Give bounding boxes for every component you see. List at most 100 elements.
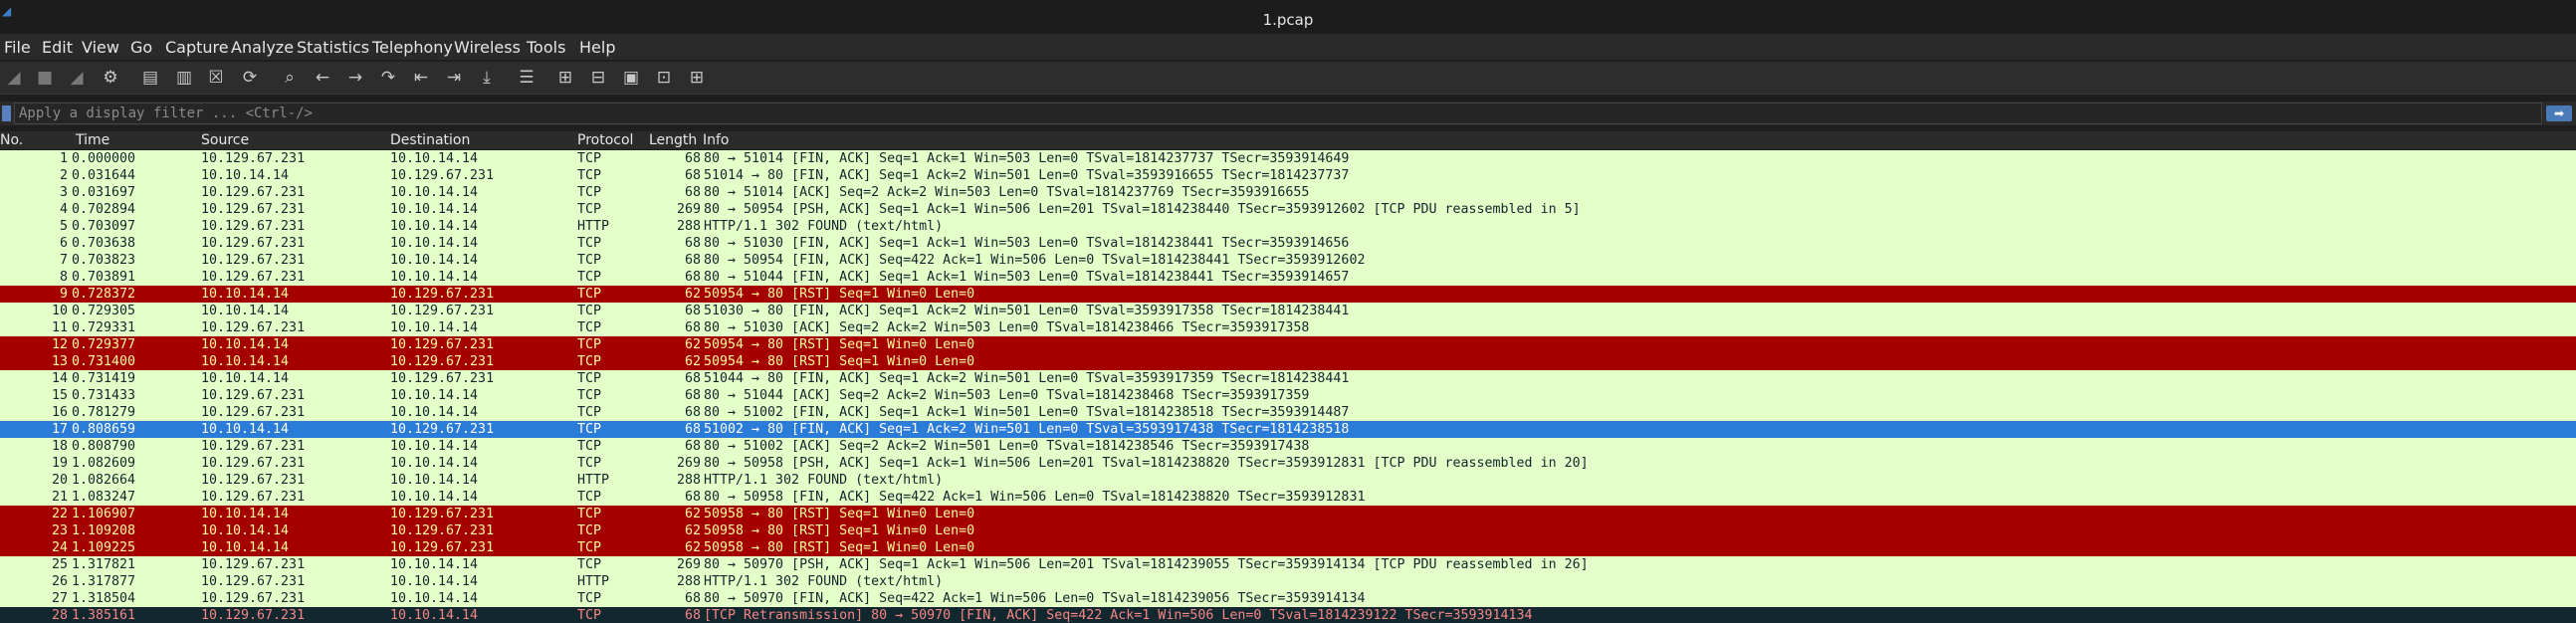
zoom-in-icon[interactable]: ⊞: [554, 67, 576, 89]
packet-row[interactable]: 11 0.729331 10.129.67.231 10.10.14.14 TCP 68 8…: [0, 319, 2576, 336]
menu-tools[interactable]: Tools: [527, 38, 565, 57]
packet-row[interactable]: 28 1.385161 10.129.67.231 10.10.14.14 TCP 68[…: [0, 607, 2576, 623]
column-header-time[interactable]: Time: [76, 132, 109, 148]
packet-destination: 10.10.14.14: [390, 253, 479, 268]
menu-help[interactable]: Help: [579, 38, 615, 57]
column-header-destination[interactable]: Destination: [390, 132, 470, 148]
close-file-icon[interactable]: ☒: [205, 67, 227, 89]
packet-info: 50954 → 80 [RST] Seq=1 Win=0 Len=0: [704, 337, 975, 352]
packet-row[interactable]: 26 1.317877 10.129.67.231 10.10.14.14 HTTP 28…: [0, 573, 2576, 590]
capture-options-icon[interactable]: ⚙: [100, 67, 121, 89]
menu-wireless[interactable]: Wireless: [454, 38, 521, 57]
packet-source: 10.129.67.231: [201, 439, 306, 454]
apply-filter-button[interactable]: ➡: [2546, 105, 2572, 121]
reload-file-icon[interactable]: ⟳: [239, 67, 261, 89]
last-packet-icon[interactable]: ⇥: [443, 67, 465, 89]
menu-file[interactable]: File: [4, 38, 31, 57]
column-header-protocol[interactable]: Protocol: [577, 132, 633, 148]
packet-no: 13: [51, 354, 68, 369]
packet-info: 50954 → 80 [RST] Seq=1 Win=0 Len=0: [704, 354, 975, 369]
zoom-out-icon[interactable]: ⊟: [587, 67, 609, 89]
packet-row[interactable]: 16 0.781279 10.129.67.231 10.10.14.14 TCP 68 8…: [0, 404, 2576, 421]
menu-view[interactable]: View: [82, 38, 119, 57]
packet-row[interactable]: 13 0.731400 10.10.14.14 10.129.67.231 TCP 62 5…: [0, 353, 2576, 370]
packet-destination: 10.10.14.14: [390, 219, 479, 234]
go-to-packet-icon[interactable]: ↷: [377, 67, 399, 89]
normal-size-icon[interactable]: ▣: [620, 67, 642, 89]
layout-icon[interactable]: ⊞: [686, 67, 708, 89]
menu-edit[interactable]: Edit: [42, 38, 73, 57]
packet-no: 20: [51, 473, 68, 488]
packet-source: 10.129.67.231: [201, 456, 306, 471]
resize-columns-icon[interactable]: ⊡: [653, 67, 675, 89]
packet-length: 269: [676, 557, 701, 572]
open-file-icon[interactable]: ▤: [139, 67, 161, 89]
packet-row[interactable]: 18 0.808790 10.129.67.231 10.10.14.14 TCP 68 8…: [0, 438, 2576, 455]
start-capture-icon[interactable]: ◢: [3, 67, 25, 89]
main-toolbar: ◢ ■ ◢ ⚙ ▤ ▥ ☒ ⟳ ⌕ ← → ↷ ⇤ ⇥ ⤓ ☰ ⊞ ⊟ ▣ ⊡ …: [0, 62, 2576, 95]
menu-analyze[interactable]: Analyze: [231, 38, 294, 57]
menu-go[interactable]: Go: [130, 38, 152, 57]
packet-row[interactable]: 17 0.808659 10.10.14.14 10.129.67.231 TCP 68 5…: [0, 421, 2576, 438]
column-header-length[interactable]: Length: [649, 132, 697, 148]
column-header-source[interactable]: Source: [201, 132, 249, 148]
packet-length: 68: [684, 168, 701, 183]
menu-statistics[interactable]: Statistics: [297, 38, 369, 57]
packet-row[interactable]: 15 0.731433 10.129.67.231 10.10.14.14 TCP 68 8…: [0, 387, 2576, 404]
bookmark-icon[interactable]: [2, 105, 11, 121]
packet-source: 10.10.14.14: [201, 168, 290, 183]
packet-destination: 10.10.14.14: [390, 151, 479, 166]
packet-source: 10.129.67.231: [201, 388, 306, 403]
packet-row[interactable]: 5 0.703097 10.129.67.231 10.10.14.14 HTTP 288…: [0, 218, 2576, 235]
packet-row[interactable]: 2 0.031644 10.10.14.14 10.129.67.231 TCP 68 51…: [0, 167, 2576, 184]
menu-capture[interactable]: Capture: [165, 38, 229, 57]
packet-source: 10.129.67.231: [201, 574, 306, 589]
column-header-no[interactable]: No.: [0, 132, 23, 148]
packet-row[interactable]: 3 0.031697 10.129.67.231 10.10.14.14 TCP 68 80…: [0, 184, 2576, 201]
packet-no: 19: [51, 456, 68, 471]
first-packet-icon[interactable]: ⇤: [410, 67, 432, 89]
packet-row[interactable]: 12 0.729377 10.10.14.14 10.129.67.231 TCP 62 5…: [0, 336, 2576, 353]
packet-no: 9: [59, 287, 68, 302]
find-packet-icon[interactable]: ⌕: [279, 67, 301, 89]
packet-row[interactable]: 1 0.000000 10.129.67.231 10.10.14.14 TCP 68 80…: [0, 150, 2576, 167]
packet-info: 80 → 50954 [PSH, ACK] Seq=1 Ack=1 Win=50…: [704, 202, 1581, 217]
packet-info: 50958 → 80 [RST] Seq=1 Win=0 Len=0: [704, 540, 975, 555]
packet-destination: 10.10.14.14: [390, 202, 479, 217]
packet-length: 288: [676, 574, 701, 589]
menu-telephony[interactable]: Telephony: [372, 38, 453, 57]
packet-row[interactable]: 24 1.109225 10.10.14.14 10.129.67.231 TCP 62 5…: [0, 539, 2576, 556]
packet-protocol: TCP: [577, 151, 602, 166]
packet-row[interactable]: 19 1.082609 10.129.67.231 10.10.14.14 TCP 269…: [0, 455, 2576, 472]
packet-destination: 10.129.67.231: [390, 540, 495, 555]
packet-row[interactable]: 6 0.703638 10.129.67.231 10.10.14.14 TCP 68 80…: [0, 235, 2576, 252]
stop-capture-icon[interactable]: ■: [34, 67, 56, 89]
packet-destination: 10.129.67.231: [390, 304, 495, 318]
packet-info: HTTP/1.1 302 FOUND (text/html): [704, 219, 944, 234]
save-file-icon[interactable]: ▥: [173, 67, 195, 89]
packet-row[interactable]: 27 1.318504 10.129.67.231 10.10.14.14 TCP 68 8…: [0, 590, 2576, 607]
go-back-icon[interactable]: ←: [312, 67, 333, 89]
autoscroll-icon[interactable]: ⤓: [476, 67, 498, 89]
go-forward-icon[interactable]: →: [344, 67, 366, 89]
colorize-icon[interactable]: ☰: [516, 67, 537, 89]
packet-row[interactable]: 8 0.703891 10.129.67.231 10.10.14.14 TCP 68 80…: [0, 269, 2576, 286]
column-header-info[interactable]: Info: [703, 132, 730, 148]
packet-row[interactable]: 7 0.703823 10.129.67.231 10.10.14.14 TCP 68 80…: [0, 252, 2576, 269]
packet-row[interactable]: 25 1.317821 10.129.67.231 10.10.14.14 TCP 269…: [0, 556, 2576, 573]
packet-no: 23: [51, 523, 68, 538]
packet-row[interactable]: 4 0.702894 10.129.67.231 10.10.14.14 TCP 269 8…: [0, 201, 2576, 218]
packet-row[interactable]: 14 0.731419 10.10.14.14 10.129.67.231 TCP 68 5…: [0, 370, 2576, 387]
packet-length: 68: [684, 608, 701, 623]
packet-row[interactable]: 9 0.728372 10.10.14.14 10.129.67.231 TCP 62 50…: [0, 286, 2576, 303]
packet-time: 1.317821: [72, 557, 136, 572]
packet-row[interactable]: 20 1.082664 10.129.67.231 10.10.14.14 HTTP 28…: [0, 472, 2576, 489]
packet-row[interactable]: 22 1.106907 10.10.14.14 10.129.67.231 TCP 62 5…: [0, 506, 2576, 522]
display-filter-input[interactable]: [14, 103, 2542, 124]
packet-source: 10.129.67.231: [201, 185, 306, 200]
restart-capture-icon[interactable]: ◢: [66, 67, 88, 89]
packet-row[interactable]: 21 1.083247 10.129.67.231 10.10.14.14 TCP 68 8…: [0, 489, 2576, 506]
packet-info: 50954 → 80 [RST] Seq=1 Win=0 Len=0: [704, 287, 975, 302]
packet-row[interactable]: 10 0.729305 10.10.14.14 10.129.67.231 TCP 68 5…: [0, 303, 2576, 319]
packet-row[interactable]: 23 1.109208 10.10.14.14 10.129.67.231 TCP 62 5…: [0, 522, 2576, 539]
